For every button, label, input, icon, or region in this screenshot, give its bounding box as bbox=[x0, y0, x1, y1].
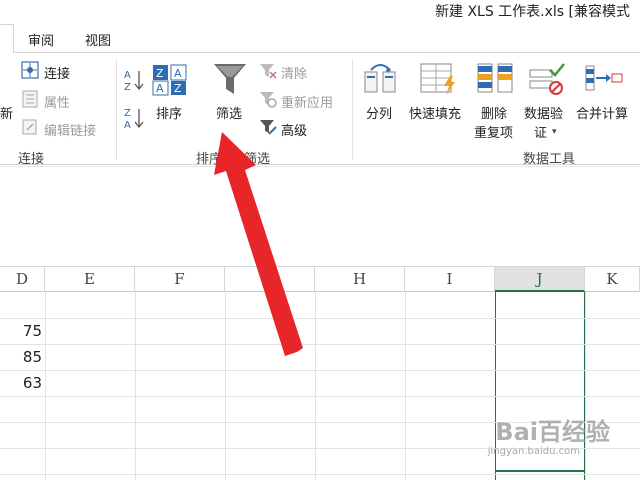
column-header-i[interactable]: I bbox=[405, 267, 495, 292]
svg-text:Z: Z bbox=[156, 67, 164, 80]
data-validation-line2[interactable]: 证 bbox=[534, 122, 547, 141]
new-query-button-partial[interactable]: 新 bbox=[0, 103, 13, 122]
sort-filter-group-label-left: 排序 bbox=[196, 152, 223, 167]
remove-duplicates-line1[interactable]: 删除 bbox=[481, 103, 507, 122]
sort-button[interactable]: 排序 bbox=[156, 103, 182, 122]
reapply-filter-icon bbox=[260, 92, 277, 108]
connections-button[interactable]: 连接 bbox=[44, 63, 70, 82]
edit-links-icon bbox=[22, 119, 37, 135]
svg-text:Z: Z bbox=[124, 108, 131, 119]
properties-icon bbox=[22, 90, 38, 108]
tab-view[interactable]: 视图 bbox=[85, 30, 111, 52]
cell-d-value[interactable]: 85 bbox=[2, 346, 42, 368]
remove-duplicates-line2[interactable]: 重复项 bbox=[474, 122, 513, 141]
edit-links-button[interactable]: 编辑链接 bbox=[44, 120, 96, 139]
text-to-columns-button[interactable]: 分列 bbox=[366, 103, 392, 122]
selection-edge bbox=[495, 470, 585, 472]
svg-text:A: A bbox=[174, 67, 182, 80]
sort-z-to-a-icon[interactable]: Z A bbox=[123, 106, 145, 130]
grid-row-line bbox=[0, 318, 640, 319]
data-validation-icon[interactable] bbox=[528, 62, 568, 96]
sort-icon[interactable]: Z A A Z bbox=[152, 64, 188, 96]
remove-duplicates-icon[interactable] bbox=[476, 62, 514, 96]
reapply-button[interactable]: 重新应用 bbox=[281, 92, 333, 111]
group-separator bbox=[116, 60, 117, 160]
text-to-columns-icon[interactable] bbox=[363, 62, 399, 96]
properties-button[interactable]: 属性 bbox=[44, 92, 70, 111]
grid-row-line bbox=[0, 474, 640, 475]
grid-row-line bbox=[0, 344, 640, 345]
title-bar: 新建 XLS 工作表.xls [兼容模式 bbox=[0, 0, 640, 24]
window-title: 新建 XLS 工作表.xls [兼容模式 bbox=[435, 4, 631, 19]
chevron-down-icon[interactable]: ▾ bbox=[552, 127, 557, 137]
cell-d-value[interactable]: 63 bbox=[2, 372, 42, 394]
column-header-h[interactable]: H bbox=[315, 267, 405, 292]
flash-fill-icon[interactable] bbox=[420, 62, 458, 96]
sort-a-to-z-icon[interactable]: A Z bbox=[123, 68, 145, 92]
column-header-e[interactable]: E bbox=[45, 267, 135, 292]
clear-filter-icon bbox=[260, 64, 277, 79]
data-validation-line1[interactable]: 数据验 bbox=[524, 103, 563, 122]
column-header-f[interactable]: F bbox=[135, 267, 225, 292]
svg-text:Z: Z bbox=[124, 82, 131, 92]
watermark: Bai百经验 jingyan.baidu.com bbox=[460, 412, 610, 468]
watermark-logo: Bai百经验 bbox=[495, 418, 610, 446]
flash-fill-button[interactable]: 快速填充 bbox=[409, 103, 461, 122]
grid-row-line bbox=[0, 370, 640, 371]
data-tools-group-label: 数据工具 bbox=[523, 152, 576, 167]
cell-d-value[interactable]: 75 bbox=[2, 320, 42, 342]
column-header-row: D E F G H I J K bbox=[0, 266, 640, 292]
column-header-g[interactable]: G bbox=[225, 267, 315, 292]
connections-group-label: 连接 bbox=[18, 152, 45, 167]
svg-text:A: A bbox=[124, 70, 131, 81]
tab-review[interactable]: 审阅 bbox=[28, 30, 54, 52]
consolidate-button[interactable]: 合并计算 bbox=[576, 103, 628, 122]
grid-col-line bbox=[45, 292, 46, 480]
column-header-j[interactable]: J bbox=[495, 267, 585, 292]
filter-funnel-icon[interactable] bbox=[213, 62, 247, 96]
consolidate-icon[interactable] bbox=[584, 62, 624, 96]
svg-text:Z: Z bbox=[174, 82, 182, 95]
tab-active-edge bbox=[0, 24, 14, 54]
group-separator bbox=[352, 60, 353, 160]
connections-icon bbox=[21, 61, 39, 79]
grid-col-line bbox=[315, 292, 316, 480]
sort-filter-group-label-right: 筛选 bbox=[244, 152, 271, 167]
advanced-filter-icon bbox=[260, 120, 277, 135]
clear-button[interactable]: 清除 bbox=[281, 63, 307, 82]
watermark-url: jingyan.baidu.com bbox=[487, 446, 580, 457]
filter-button[interactable]: 筛选 bbox=[216, 103, 242, 122]
grid-col-line bbox=[135, 292, 136, 480]
column-header-k[interactable]: K bbox=[585, 267, 640, 292]
advanced-button[interactable]: 高级 bbox=[281, 120, 307, 139]
grid-row-line bbox=[0, 396, 640, 397]
grid-col-line bbox=[225, 292, 226, 480]
svg-text:A: A bbox=[124, 120, 131, 130]
grid-col-line bbox=[405, 292, 406, 480]
formula-bar-area bbox=[0, 166, 640, 266]
column-header-d[interactable]: D bbox=[0, 267, 45, 292]
svg-text:A: A bbox=[156, 82, 164, 95]
